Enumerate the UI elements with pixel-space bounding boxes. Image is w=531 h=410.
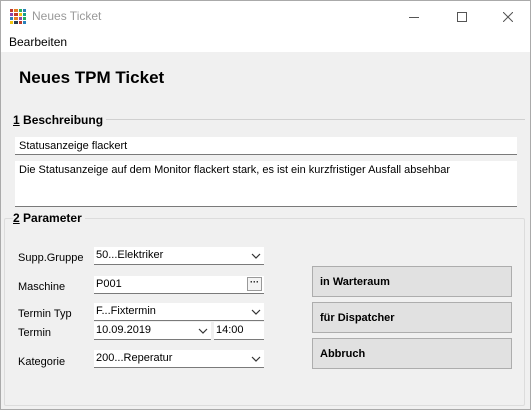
kategorie-select[interactable]: 200...Reperatur [94,350,264,368]
termin-typ-value: F...Fixtermin [96,305,156,317]
maximize-icon [457,11,467,22]
browse-button[interactable]: ··· [247,277,262,291]
app-icon [10,9,26,24]
termin-time-field[interactable]: 14:00 [214,322,264,340]
maschine-value: P001 [96,278,122,290]
termin-date-picker[interactable]: 10.09.2019 [94,322,211,340]
chevron-down-icon [251,309,261,315]
termin-date-value: 10.09.2019 [96,324,152,336]
maschine-label: Maschine [18,281,66,293]
chevron-down-icon [198,328,208,334]
section-number: 2 [13,211,20,225]
chevron-down-icon [251,356,261,362]
window-title: Neues Ticket [32,9,102,23]
title-bar[interactable]: Neues Ticket [1,1,530,32]
supp-gruppe-value: 50...Elektriker [96,249,164,261]
termin-time-value: 14:00 [216,324,244,336]
section-beschreibung-title: 1 Beschreibung [13,113,107,127]
page-title: Neues TPM Ticket [19,68,165,87]
maximize-button[interactable] [439,1,485,32]
section-number: 1 [13,113,20,127]
kategorie-value: 200...Reperatur [96,352,173,364]
kategorie-label: Kategorie [18,356,66,368]
termin-typ-label: Termin Typ [18,308,72,320]
minimize-icon [409,16,419,18]
section-label: Parameter [23,211,82,225]
close-icon [503,11,513,22]
abbruch-button[interactable]: Abbruch [312,338,512,369]
details-field[interactable]: Die Statusanzeige auf dem Monitor flacke… [15,161,517,207]
menu-bar: Bearbeiten [1,32,530,52]
menu-item-bearbeiten[interactable]: Bearbeiten [9,35,67,49]
close-button[interactable] [485,1,531,32]
termin-label: Termin [18,327,52,339]
summary-field[interactable]: Statusanzeige flackert [15,137,517,155]
termin-typ-select[interactable]: F...Fixtermin [94,303,264,321]
fuer-dispatcher-button[interactable]: für Dispatcher [312,302,512,333]
chevron-down-icon [251,253,261,259]
maschine-field[interactable]: P001 ··· [94,276,264,294]
supp-gruppe-select[interactable]: 50...Elektriker [94,247,264,265]
supp-gruppe-label: Supp.Gruppe [18,252,84,264]
section-label: Beschreibung [23,113,104,127]
section-parameter-title: 2 Parameter [13,211,85,225]
in-warteraum-button[interactable]: in Warteraum [312,266,512,297]
minimize-button[interactable] [391,1,437,32]
dialog-window: Neues Ticket Bearbeiten Neues TPM Ticket… [0,0,531,410]
